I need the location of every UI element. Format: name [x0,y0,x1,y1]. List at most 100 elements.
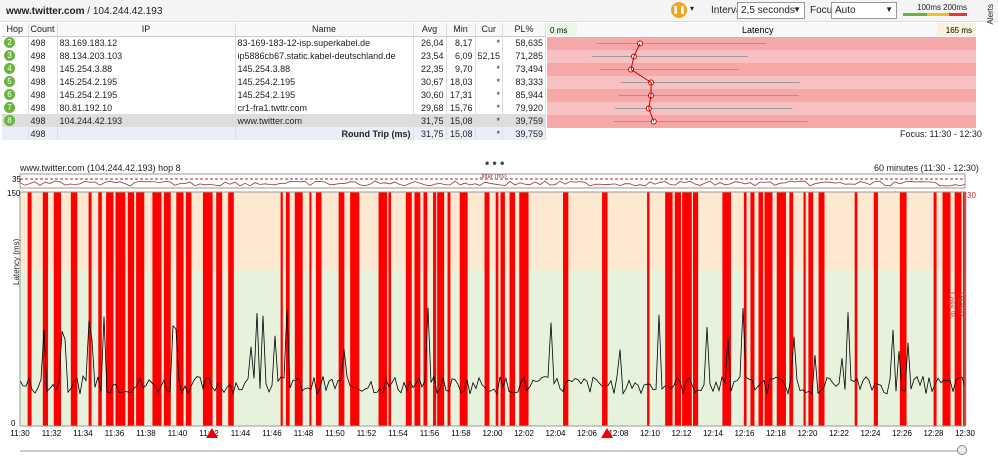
target-host: www.twitter.com [6,6,85,17]
time-slider-track[interactable] [20,450,965,452]
pause-button[interactable]: ❚❚ [671,2,687,18]
time-slider-handle[interactable] [957,445,967,455]
hop-badge: 5 [4,76,15,87]
loss-bar [495,192,499,426]
cell-min: 15,08 [446,114,476,127]
col-header[interactable]: PL% [502,23,547,37]
loss-bar [115,192,126,426]
cell-min: 6,09 [446,49,476,62]
pause-menu-chevron-icon[interactable]: ▾ [690,4,699,16]
loss-bar [665,192,673,426]
col-header[interactable]: Cur [475,23,504,37]
cell-hop: 3 [2,49,29,62]
table-row[interactable]: 5 498 145.254.2.195 145.254.2.195 30,67 18,03… [2,75,547,88]
loss-bar [27,192,32,426]
time-tick-label: 12:10 [640,429,661,438]
time-tick-label: 12:24 [860,429,881,438]
cell-name: www.twitter.com [235,114,414,127]
cell-cur: * [475,114,504,127]
time-tick-label: 11:38 [136,429,156,438]
col-header[interactable]: Count [28,23,58,37]
latency-right-label: 165 ms [946,26,972,35]
loss-bar [433,192,437,426]
loss-bar [294,192,303,426]
splitter-handle[interactable]: • • • [485,156,504,170]
cell-name: cr1-fra1.twttr.com [235,101,414,114]
time-tick-label: 11:50 [325,429,345,438]
cell-cur: * [475,62,504,75]
total-cell [2,127,29,140]
col-header[interactable]: Min [446,23,476,37]
latency-avg-point [636,40,643,47]
time-tick-label: 12:26 [892,429,913,438]
cell-count: 498 [28,101,58,114]
cell-ip: 104.244.42.193 [57,114,236,127]
cell-hop: 5 [2,75,29,88]
hops-table: Hop Count IP Name Avg Min Cur PL% 2 498 83.169.18… [2,23,547,140]
table-row[interactable]: 4 498 145.254.3.88 145.254.3.88 22,35 9,70 * 73… [2,62,547,75]
loss-bar [674,192,681,426]
cell-ip: 145.254.3.88 [57,62,236,75]
time-tick-label: 12:28 [923,429,944,438]
target-ip: 104.244.42.193 [92,6,163,17]
interval-select[interactable]: 2,5 seconds ▼ [737,2,805,19]
cell-min: 8,17 [446,36,476,49]
col-header[interactable]: IP [57,23,236,37]
loss-bar [750,192,755,426]
col-header[interactable]: Name [235,23,414,37]
cell-pl: 79,920 [502,101,547,114]
table-row[interactable]: 7 498 80.81.192.10 cr1-fra1.twttr.com 29,68 1… [2,101,547,114]
cell-count: 498 [28,75,58,88]
cell-name: 83-169-183-12-isp.superkabel.de [235,36,414,49]
y2tick-top: 30 [967,191,976,200]
col-header[interactable]: Avg [413,23,447,37]
cell-avg: 29,68 [413,101,447,114]
cell-name: 145.254.2.195 [235,88,414,101]
cell-hop: 4 [2,62,29,75]
cell-min: 17,31 [446,88,476,101]
cell-count: 498 [28,49,58,62]
cell-cur: * [475,88,504,101]
loss-bar [563,192,569,426]
cell-ip: 83.169.183.12 [57,36,236,49]
time-tick-label: 11:34 [73,429,93,438]
loss-bar [602,192,608,426]
loss-bar [405,192,412,426]
latency-avg-point [650,118,657,125]
loss-bar [378,192,388,426]
total-cell [57,127,236,140]
loss-bar [500,192,505,426]
focus-range: Focus: 11:30 - 12:30 [900,129,982,139]
cell-hop: 6 [2,88,29,101]
table-row[interactable]: 6 498 145.254.2.195 145.254.2.195 30,60 17,31… [2,88,547,101]
cell-name: 145.254.3.88 [235,62,414,75]
loss-bar [285,192,290,426]
alert-scale: 100ms 200ms [903,3,967,17]
alerts-tab[interactable]: Alerts [986,4,995,24]
cell-hop: 8 [2,114,29,127]
time-tick-label: 12:14 [703,429,724,438]
loss-bar [136,192,145,426]
y-axis-label: Latency (ms) [12,238,21,285]
table-row[interactable]: 8 498 104.244.42.193 www.twitter.com 31,75 15… [2,114,547,127]
target-label: www.twitter.com / 104.244.42.193 [6,6,163,17]
total-cell: 31,75 [413,127,447,140]
cell-avg: 30,67 [413,75,447,88]
table-row[interactable]: 3 498 88.134.203.103 ip5886cb67.static.kabe… [2,49,547,62]
hop-badge: 3 [4,50,15,61]
ytick-zero: 0 [11,419,16,428]
hop-badge: 6 [4,89,15,100]
loss-bar [70,192,78,426]
time-tick-label: 12:00 [482,429,503,438]
cell-pl: 83,333 [502,75,547,88]
cell-avg: 26,04 [413,36,447,49]
hop-badge: 8 [4,115,15,126]
cell-pl: 58,635 [502,36,547,49]
col-header[interactable]: Hop [2,23,29,37]
ytick-top: 150 [7,189,21,198]
cell-cur: 52,15 [475,49,504,62]
focus-select[interactable]: Auto ▼ [831,2,897,19]
table-row[interactable]: 2 498 83.169.183.12 83-169-183-12-isp.super… [2,36,547,49]
cell-count: 498 [28,62,58,75]
time-tick-label: 12:04 [545,429,566,438]
